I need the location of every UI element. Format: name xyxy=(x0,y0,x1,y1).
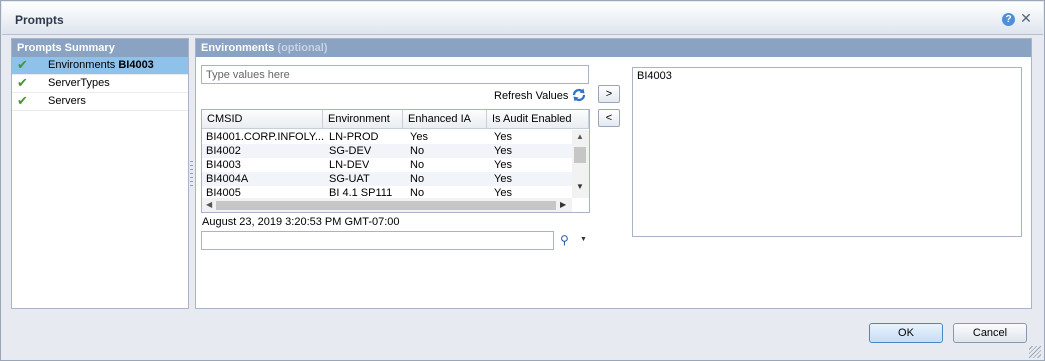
table-header: CMSID Environment Enhanced IA Is Audit E… xyxy=(202,110,589,129)
check-icon: ✔ xyxy=(17,57,28,72)
values-search-input[interactable] xyxy=(201,65,589,84)
summary-item-label: Servers xyxy=(48,95,86,107)
refresh-icon[interactable] xyxy=(571,87,587,103)
prompts-summary-panel: Prompts Summary ✔ Environments BI4003 ✔ … xyxy=(11,38,189,309)
panel-splitter[interactable] xyxy=(190,161,193,187)
column-header-enhanced-ia[interactable]: Enhanced IA xyxy=(403,110,487,129)
remove-value-button[interactable]: < xyxy=(598,109,620,127)
cell-audit-enabled: Yes xyxy=(494,131,512,143)
table-row[interactable]: BI4004A SG-UAT No Yes xyxy=(202,172,572,186)
cell-audit-enabled: Yes xyxy=(494,173,512,185)
cancel-button[interactable]: Cancel xyxy=(953,323,1027,343)
summary-item-environments[interactable]: ✔ Environments BI4003 xyxy=(12,57,188,75)
table-row[interactable]: BI4002 SG-DEV No Yes xyxy=(202,144,572,158)
cell-enhanced-ia: No xyxy=(410,145,425,157)
check-icon: ✔ xyxy=(17,75,28,90)
cell-environment: SG-UAT xyxy=(329,173,370,185)
scroll-thumb[interactable] xyxy=(574,147,586,163)
scroll-right-icon[interactable]: ▶ xyxy=(560,200,566,209)
selected-value-item[interactable]: BI4003 xyxy=(637,70,672,82)
cell-enhanced-ia: No xyxy=(410,173,425,185)
cell-enhanced-ia: Yes xyxy=(410,131,428,143)
cell-cmsid: BI4001.CORP.INFOLY... xyxy=(206,131,324,143)
summary-item-label: ServerTypes xyxy=(48,77,110,89)
ok-button[interactable]: OK xyxy=(869,323,943,343)
add-value-button[interactable]: > xyxy=(598,85,620,103)
scroll-down-icon[interactable]: ▼ xyxy=(576,182,584,191)
cell-environment: LN-PROD xyxy=(329,131,379,143)
environments-table: CMSID Environment Enhanced IA Is Audit E… xyxy=(201,109,590,213)
table-row[interactable]: BI4001.CORP.INFOLY... LN-PROD Yes Yes xyxy=(202,130,572,144)
prompts-summary-header: Prompts Summary xyxy=(12,39,188,57)
chevron-down-icon[interactable]: ▼ xyxy=(580,236,587,243)
dialog-title: Prompts xyxy=(15,13,64,27)
refresh-timestamp: August 23, 2019 3:20:53 PM GMT-07:00 xyxy=(202,216,400,228)
summary-item-servers[interactable]: ✔ Servers xyxy=(12,93,188,111)
check-icon: ✔ xyxy=(17,93,28,108)
cell-audit-enabled: Yes xyxy=(494,145,512,157)
vertical-scrollbar[interactable]: ▲ ▼ xyxy=(572,130,589,198)
binoculars-icon[interactable]: ⚲ xyxy=(560,233,574,247)
selected-values-list[interactable]: BI4003 xyxy=(632,67,1022,237)
table-body: BI4001.CORP.INFOLY... LN-PROD Yes Yes BI… xyxy=(202,130,572,200)
title-bar: Prompts ? ✕ xyxy=(2,2,1043,35)
column-header-audit-enabled[interactable]: Is Audit Enabled xyxy=(487,110,589,129)
summary-item-servertypes[interactable]: ✔ ServerTypes xyxy=(12,75,188,93)
cell-audit-enabled: Yes xyxy=(494,159,512,171)
help-icon[interactable]: ? xyxy=(1002,13,1015,26)
environments-header: Environments (optional) xyxy=(196,39,1031,57)
scroll-thumb[interactable] xyxy=(216,201,556,210)
resize-grip[interactable] xyxy=(1029,346,1041,358)
prompts-dialog: Prompts ? ✕ Prompts Summary ✔ Environmen… xyxy=(0,0,1045,361)
environments-title: Environments xyxy=(201,42,275,54)
summary-item-label: Environments xyxy=(48,59,116,71)
column-header-environment[interactable]: Environment xyxy=(323,110,403,129)
horizontal-scrollbar[interactable]: ◀ ▶ xyxy=(202,198,572,212)
refresh-values-link[interactable]: Refresh Values xyxy=(494,90,568,102)
scroll-up-icon[interactable]: ▲ xyxy=(576,132,584,141)
cell-cmsid: BI4002 xyxy=(206,145,241,157)
optional-label: (optional) xyxy=(277,42,328,54)
close-icon[interactable]: ✕ xyxy=(1019,11,1033,25)
summary-item-value: BI4003 xyxy=(118,59,154,71)
cell-environment: LN-DEV xyxy=(329,159,370,171)
column-header-cmsid[interactable]: CMSID xyxy=(202,110,323,129)
environments-panel: Environments (optional) Refresh Values C… xyxy=(195,38,1032,309)
table-row[interactable]: BI4003 LN-DEV No Yes xyxy=(202,158,572,172)
cell-environment: SG-DEV xyxy=(329,145,372,157)
cell-cmsid: BI4003 xyxy=(206,159,241,171)
cell-enhanced-ia: No xyxy=(410,159,425,171)
search-input[interactable] xyxy=(201,231,554,250)
cell-cmsid: BI4004A xyxy=(206,173,249,185)
scroll-left-icon[interactable]: ◀ xyxy=(206,200,212,209)
